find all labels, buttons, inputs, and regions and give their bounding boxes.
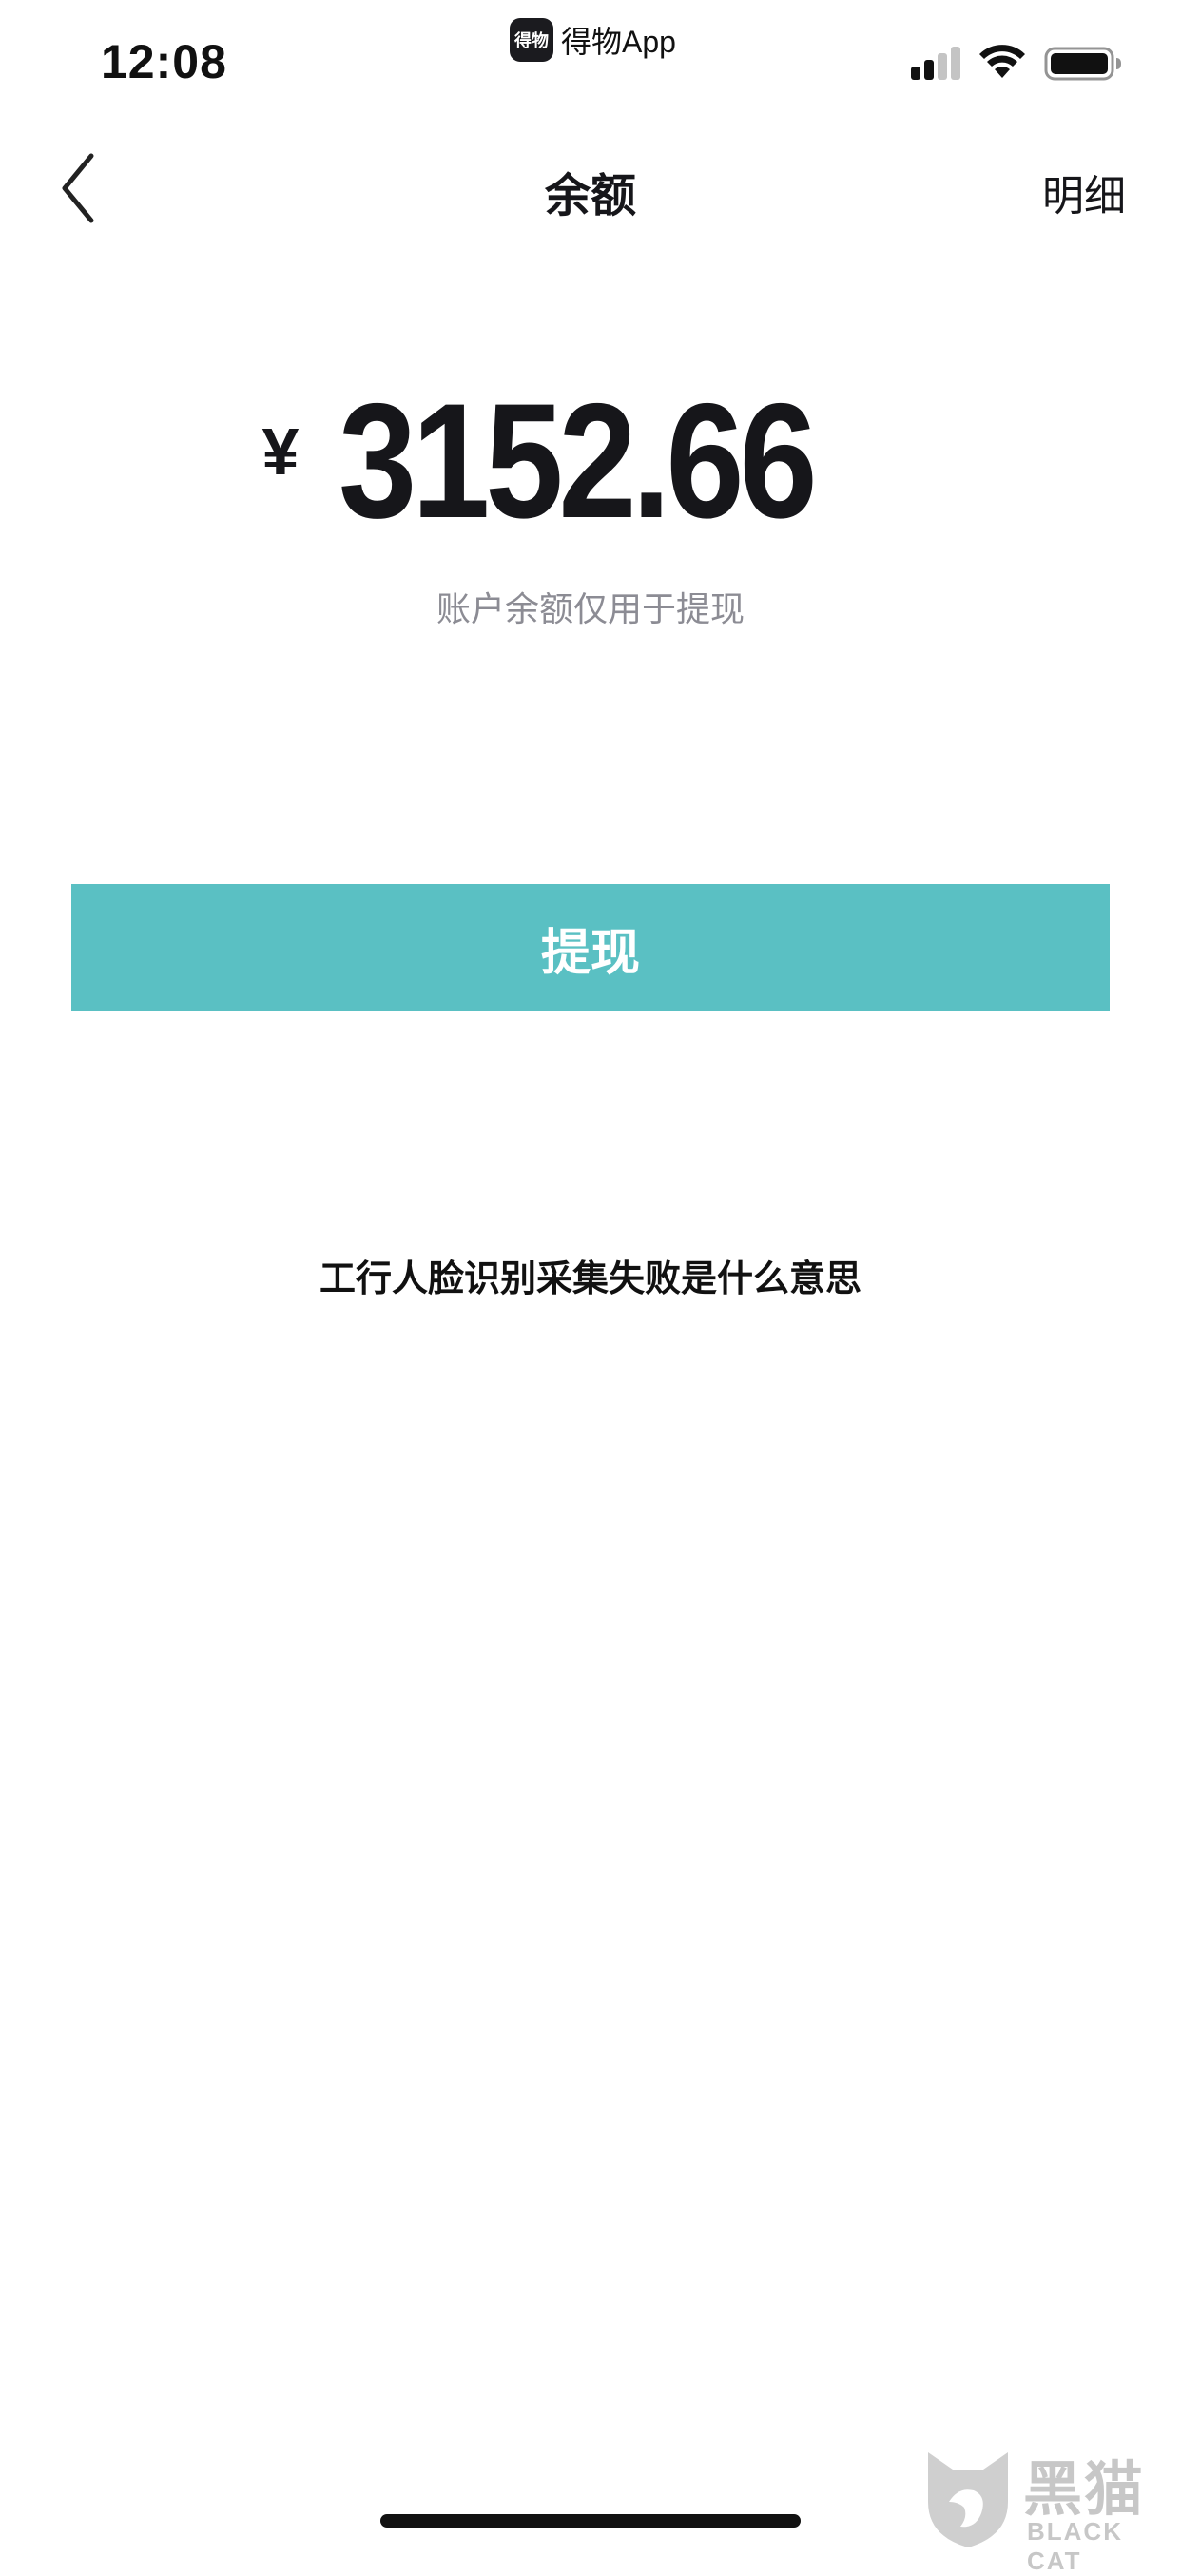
battery-icon — [1044, 47, 1121, 81]
withdraw-button[interactable]: 提现 — [71, 884, 1110, 1011]
app-indicator[interactable]: 得物 得物App — [510, 17, 676, 63]
app-logo-icon: 得物 — [510, 18, 553, 62]
balance-display: ¥ 3152.66 — [0, 375, 1181, 556]
overlay-caption: 工行人脸识别采集失败是什么意思 — [319, 1258, 862, 1299]
watermark-en: BLACK CAT — [1027, 2517, 1123, 2575]
currency-symbol: ¥ — [261, 414, 300, 489]
page-title: 余额 — [544, 169, 636, 222]
status-bar: 12:08 得物 得物App — [0, 0, 1181, 133]
detail-link[interactable]: 明细 — [1042, 162, 1126, 222]
nav-bar: 余额 明细 — [0, 133, 1181, 247]
status-time: 12:08 — [101, 35, 227, 88]
cellular-signal-icon — [911, 47, 960, 80]
watermark-cn: 黑猫 — [1023, 2454, 1146, 2524]
home-indicator — [380, 2514, 801, 2528]
black-cat-logo-icon — [928, 2452, 1008, 2547]
app-name: 得物App — [561, 25, 676, 59]
watermark: 黑猫 BLACK CAT — [920, 2441, 1177, 2575]
balance-amount: 3152.66 — [339, 370, 818, 552]
wifi-icon — [979, 45, 1025, 78]
balance-note: 账户余额仅用于提现 — [436, 590, 745, 629]
